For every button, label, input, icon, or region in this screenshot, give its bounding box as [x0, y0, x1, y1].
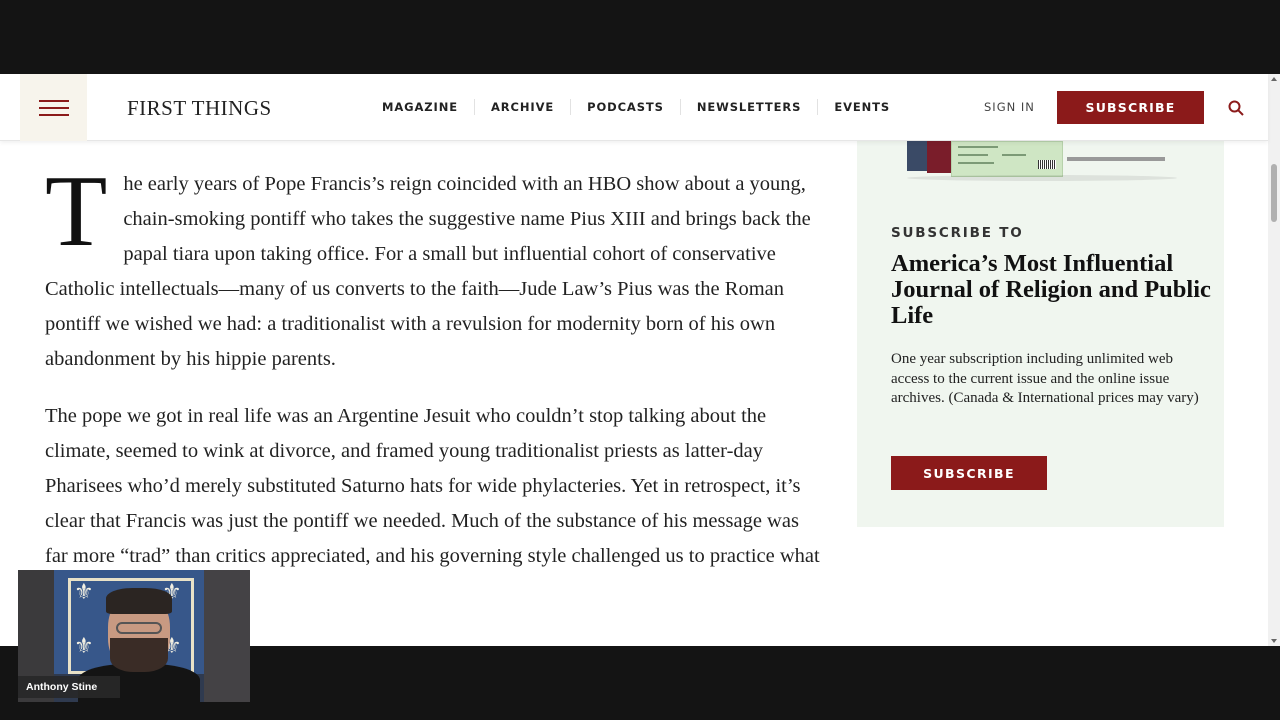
promo-description: One year subscription including unlimite…: [891, 351, 1199, 406]
scroll-thumb[interactable]: [1271, 164, 1277, 222]
subscribe-button-sidebar[interactable]: SUBSCRIBE: [891, 456, 1047, 490]
browser-viewport: FIRST THINGS MAGAZINE ARCHIVE PODCASTS N…: [0, 74, 1280, 646]
article-body: The early years of Pope Francis’s reign …: [45, 155, 825, 631]
hamburger-menu-icon[interactable]: [20, 74, 87, 141]
paragraph-1-text: he early years of Pope Francis’s reign c…: [45, 173, 811, 370]
sign-in-link[interactable]: SIGN IN: [984, 100, 1035, 114]
nav-podcasts[interactable]: PODCASTS: [571, 99, 681, 115]
subscribe-promo: SUBSCRIBE TO America’s Most Influential …: [857, 141, 1224, 527]
streamer-name-label: Anthony Stine: [18, 676, 120, 698]
nav-magazine[interactable]: MAGAZINE: [366, 99, 475, 115]
article-paragraph-1: The early years of Pope Francis’s reign …: [45, 155, 825, 377]
webcam-overlay: ⚜ ⚜ ⚜ ⚜ Anthony Stine: [18, 570, 250, 702]
scroll-up-arrow-icon[interactable]: [1271, 77, 1277, 81]
promo-kicker: SUBSCRIBE TO: [891, 225, 1024, 241]
search-icon[interactable]: [1227, 99, 1245, 117]
drop-cap: T: [45, 155, 108, 268]
main-nav: MAGAZINE ARCHIVE PODCASTS NEWSLETTERS EV…: [366, 99, 906, 115]
site-header: FIRST THINGS MAGAZINE ARCHIVE PODCASTS N…: [0, 74, 1268, 141]
magazine-promo-image: [907, 141, 1177, 181]
page-scrollbar[interactable]: [1268, 74, 1280, 646]
nav-newsletters[interactable]: NEWSLETTERS: [681, 99, 819, 115]
nav-archive[interactable]: ARCHIVE: [475, 99, 572, 115]
screen-top-bar: [0, 0, 1280, 74]
site-logo[interactable]: FIRST THINGS: [127, 96, 272, 121]
promo-title: America’s Most Influential Journal of Re…: [891, 250, 1211, 329]
subscribe-button-header[interactable]: SUBSCRIBE: [1057, 91, 1204, 124]
nav-events[interactable]: EVENTS: [818, 99, 906, 115]
scroll-down-arrow-icon[interactable]: [1271, 639, 1277, 643]
